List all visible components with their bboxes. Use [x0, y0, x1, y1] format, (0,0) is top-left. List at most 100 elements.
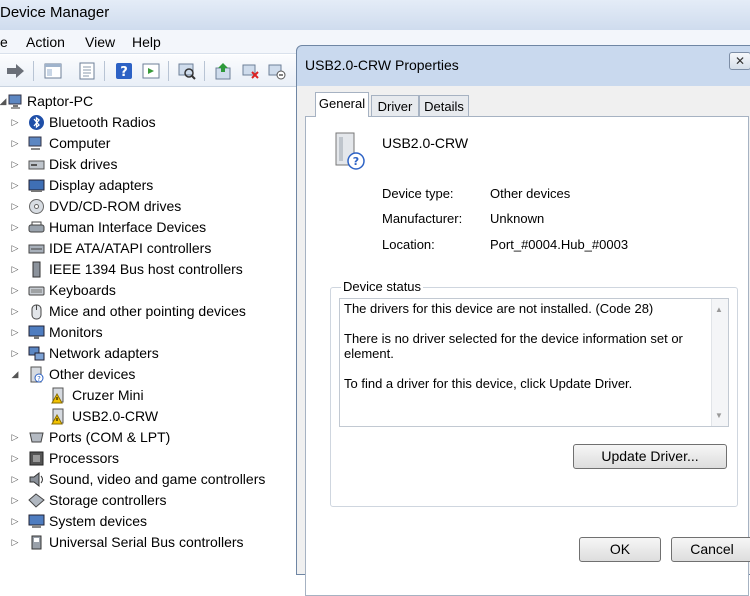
tree-item-label: System devices [49, 513, 148, 529]
tree-item-keyboards[interactable]: ▷ Keyboards [0, 280, 296, 300]
status-scrollbar[interactable]: ▲ ▼ [711, 299, 728, 426]
close-button[interactable]: ✕ [729, 52, 750, 70]
system-device-icon [28, 513, 45, 530]
expand-icon[interactable]: ▷ [10, 180, 20, 190]
usb-controller-icon [28, 534, 45, 551]
expand-icon[interactable]: ▷ [10, 159, 20, 169]
tree-item-label: DVD/CD-ROM drives [49, 198, 182, 214]
properties-icon[interactable] [42, 60, 64, 82]
expand-icon[interactable]: ▷ [10, 474, 20, 484]
tab-general[interactable]: General [315, 92, 369, 117]
expand-icon[interactable]: ▷ [10, 222, 20, 232]
tree-item-computer[interactable]: ▷ Computer [0, 133, 296, 153]
device-status-group: Device status The drivers for this devic… [330, 279, 738, 507]
tree-item-ieee1394[interactable]: ▷ IEEE 1394 Bus host controllers [0, 259, 296, 279]
tree-item-disk-drives[interactable]: ▷ Disk drives [0, 154, 296, 174]
tree-item-human-interface-devices[interactable]: ▷ Human Interface Devices [0, 217, 296, 237]
expand-icon[interactable]: ▷ [10, 285, 20, 295]
tree-item-ide-controllers[interactable]: ▷ IDE ATA/ATAPI controllers [0, 238, 296, 258]
tree-item-sound[interactable]: ▷ Sound, video and game controllers [0, 469, 296, 489]
help-icon[interactable]: ? [113, 60, 135, 82]
ok-button[interactable]: OK [579, 537, 661, 562]
device-status-label: Device status [341, 279, 424, 294]
show-hide-icon[interactable] [76, 60, 98, 82]
tree-item-label: Human Interface Devices [49, 219, 207, 235]
tree-item-label: Mice and other pointing devices [49, 303, 246, 319]
tree-item-usb-controllers[interactable]: ▷ Universal Serial Bus controllers [0, 532, 296, 552]
toolbar-separator [168, 61, 169, 81]
status-line: To find a driver for this device, click … [344, 376, 633, 391]
tree-item-dvd-cd-rom-drives[interactable]: ▷ DVD/CD-ROM drives [0, 196, 296, 216]
close-icon: ✕ [734, 54, 746, 68]
collapse-icon[interactable]: ◢ [0, 96, 8, 106]
tree-child-usb2-crw[interactable]: USB2.0-CRW [0, 406, 296, 426]
expand-icon[interactable]: ▷ [10, 348, 20, 358]
keyboard-icon [28, 282, 45, 299]
disable-icon[interactable] [266, 60, 288, 82]
scroll-up-icon[interactable]: ▲ [715, 302, 723, 317]
ieee1394-icon [28, 261, 45, 278]
tree-item-mice[interactable]: ▷ Mice and other pointing devices [0, 301, 296, 321]
expand-icon[interactable]: ▷ [10, 306, 20, 316]
computer-icon [8, 93, 25, 110]
tree-item-label: Keyboards [49, 282, 116, 298]
tree-item-system-devices[interactable]: ▷ System devices [0, 511, 296, 531]
tree-item-display-adapters[interactable]: ▷ Display adapters [0, 175, 296, 195]
device-type-label: Device type: [382, 186, 454, 201]
device-status-textbox[interactable]: The drivers for this device are not inst… [339, 298, 729, 427]
toolbar-separator [104, 61, 105, 81]
tree-root-raptor-pc[interactable]: ◢ Raptor-PC [0, 91, 296, 111]
tree-item-bluetooth-radios[interactable]: ▷ Bluetooth Radios [0, 112, 296, 132]
status-line: The drivers for this device are not inst… [344, 301, 654, 316]
expand-icon[interactable]: ▷ [10, 453, 20, 463]
mouse-icon [28, 303, 45, 320]
expand-icon[interactable]: ▷ [10, 495, 20, 505]
tree-item-label: Universal Serial Bus controllers [49, 534, 244, 550]
location-value: Port_#0004.Hub_#0003 [490, 237, 629, 252]
collapse-icon[interactable]: ◢ [10, 369, 20, 379]
expand-icon[interactable]: ▷ [10, 243, 20, 253]
device-name: USB2.0-CRW [382, 135, 469, 151]
expand-icon[interactable]: ▷ [10, 138, 20, 148]
cancel-button[interactable]: Cancel [671, 537, 750, 562]
menu-help[interactable]: Help [132, 30, 161, 54]
menu-file[interactable]: e [0, 30, 8, 54]
expand-icon[interactable]: ▷ [10, 264, 20, 274]
tree-item-ports[interactable]: ▷ Ports (COM & LPT) [0, 427, 296, 447]
manufacturer-value: Unknown [490, 211, 545, 226]
expand-icon[interactable]: ▷ [10, 537, 20, 547]
tree-item-label: Monitors [49, 324, 103, 340]
window-title: Device Manager [0, 4, 110, 21]
tree-item-network-adapters[interactable]: ▷ Network adapters [0, 343, 296, 363]
tab-driver[interactable]: Driver [371, 95, 419, 117]
tree-item-label: Computer [49, 135, 111, 151]
expand-icon[interactable]: ▷ [10, 432, 20, 442]
menu-action[interactable]: Action [26, 30, 65, 54]
tree-item-monitors[interactable]: ▷ Monitors [0, 322, 296, 342]
toolbar-separator [33, 61, 34, 81]
update-driver-button[interactable]: Update Driver... [573, 444, 727, 469]
tree-item-processors[interactable]: ▷ Processors [0, 448, 296, 468]
uninstall-icon[interactable] [240, 60, 262, 82]
forward-arrow-icon[interactable] [4, 60, 26, 82]
tree-item-other-devices[interactable]: ◢ ? Other devices [0, 364, 296, 384]
svg-text:?: ? [120, 65, 128, 80]
tree-child-cruzer-mini[interactable]: Cruzer Mini [0, 385, 296, 405]
properties-dialog: USB2.0-CRW Properties ✕ General Driver D… [296, 45, 750, 596]
scan-hardware-icon[interactable] [176, 60, 198, 82]
expand-icon[interactable]: ▷ [10, 516, 20, 526]
action-icon[interactable] [140, 60, 162, 82]
tab-details[interactable]: Details [419, 95, 469, 117]
update-driver-icon[interactable] [212, 60, 234, 82]
storage-controller-icon [28, 492, 45, 509]
warning-device-icon [50, 387, 67, 404]
tree-item-storage-controllers[interactable]: ▷ Storage controllers [0, 490, 296, 510]
menu-view[interactable]: View [85, 30, 115, 54]
expand-icon[interactable]: ▷ [10, 117, 20, 127]
scroll-down-icon[interactable]: ▼ [715, 408, 723, 423]
tree-item-label: Other devices [49, 366, 136, 382]
bluetooth-icon [28, 114, 45, 131]
expand-icon[interactable]: ▷ [10, 201, 20, 211]
location-label: Location: [382, 237, 435, 252]
expand-icon[interactable]: ▷ [10, 327, 20, 337]
